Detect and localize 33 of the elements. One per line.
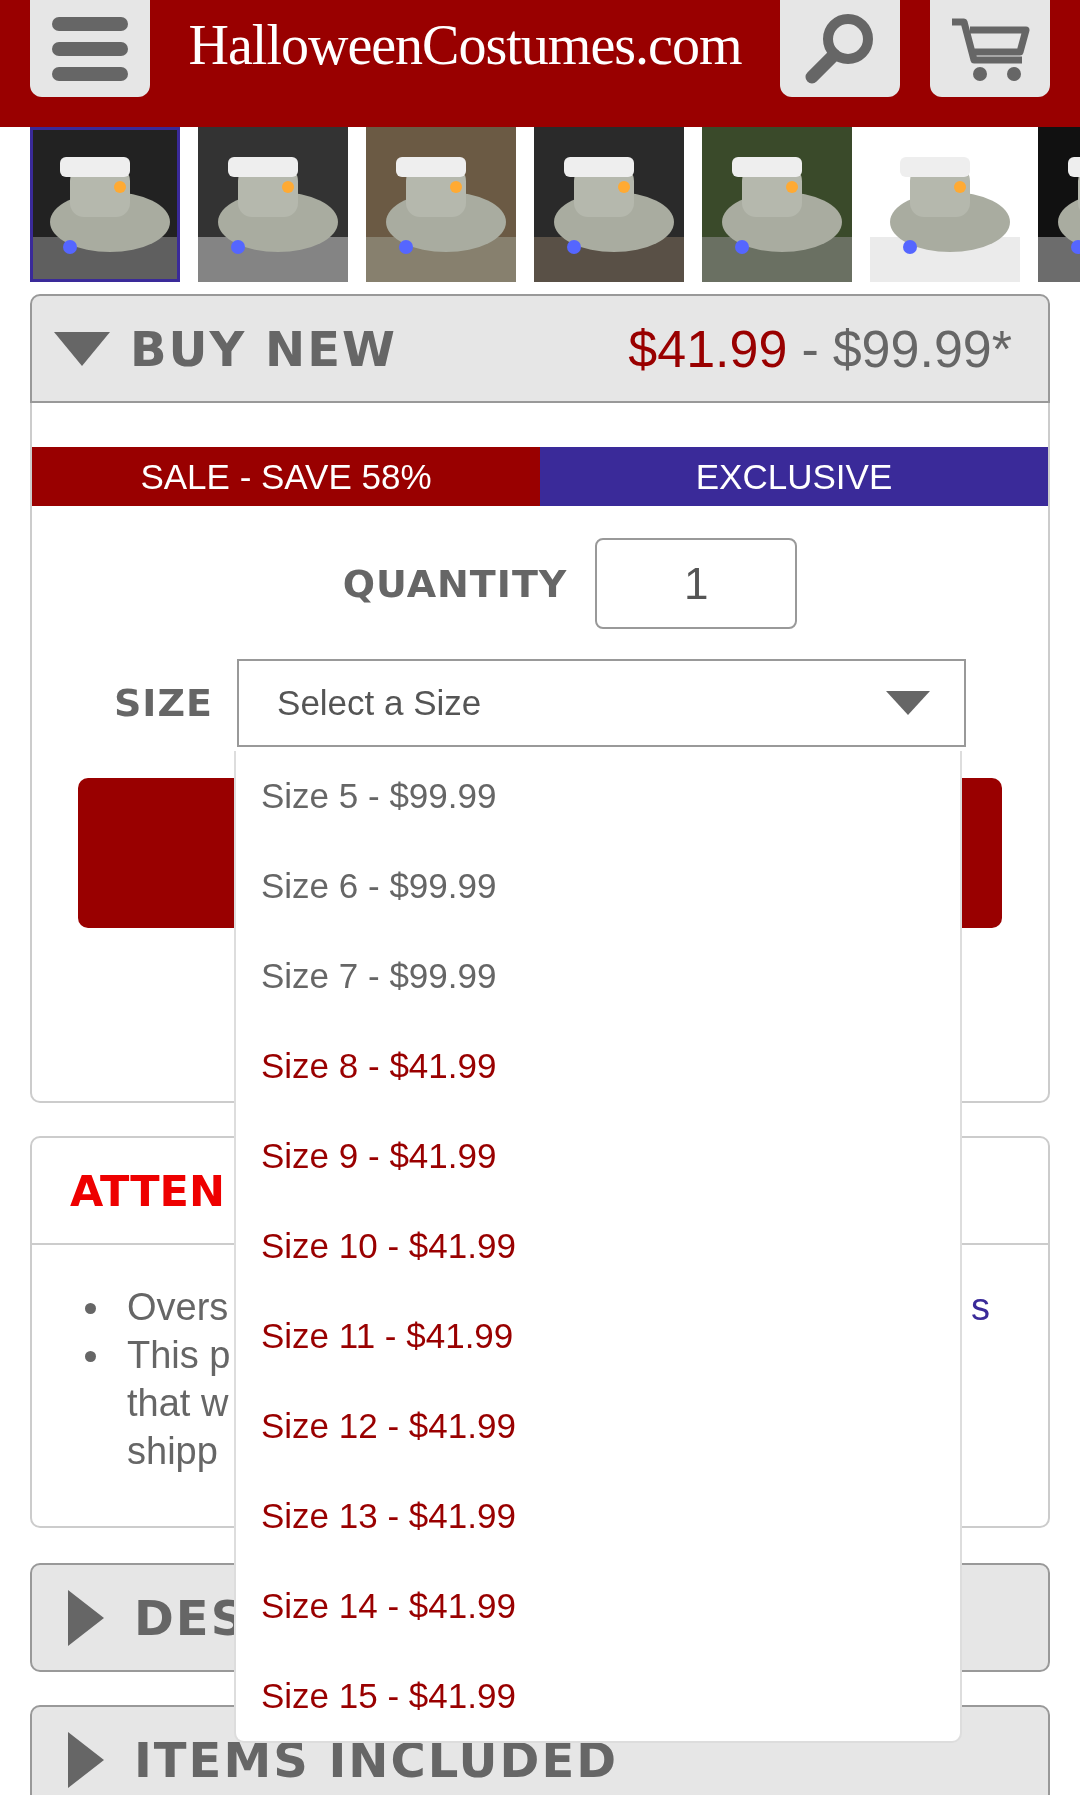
badge: SALE - SAVE 58% [32,447,540,506]
quantity-field[interactable]: 1 [595,538,798,629]
bullet-icon [85,1351,96,1362]
bullet-text: Overs [127,1285,229,1330]
sale-price: $41.99 [628,318,788,379]
size-option[interactable]: Size 13 - $41.99 [236,1471,960,1561]
price-separator: - [801,318,819,379]
size-option[interactable]: Size 7 - $99.99 [236,931,960,1021]
panel-title: BUY NEW [130,320,398,377]
dropdown-caret-icon [886,691,931,715]
menu-icon [52,16,128,81]
size-option[interactable]: Size 6 - $99.99 [236,841,960,931]
bullet-text: This p that w shipp [127,1333,231,1474]
size-option[interactable]: Size 12 - $41.99 [236,1381,960,1471]
regular-price: $99.99* [832,318,1012,379]
cart-button[interactable] [930,0,1050,97]
panel-header[interactable]: BUY NEW $41.99 - $99.99* [30,294,1050,403]
menu-button[interactable] [30,0,150,97]
size-option[interactable]: Size 5 - $99.99 [236,751,960,841]
size-label: SIZE [114,681,214,725]
size-option[interactable]: Size 11 - $41.99 [236,1291,960,1381]
size-option[interactable]: Size 14 - $41.99 [236,1561,960,1651]
quantity-label: QUANTITY [342,561,568,606]
search-button[interactable] [780,0,900,97]
size-select[interactable]: Select a Size [237,659,967,747]
search-icon [804,12,876,85]
size-option[interactable]: Size 10 - $41.99 [236,1201,960,1291]
size-option[interactable]: Size 8 - $41.99 [236,1021,960,1111]
size-option[interactable]: Size 9 - $41.99 [236,1111,960,1201]
text-link[interactable]: s [971,1283,990,1331]
attention-title: ATTEN [70,1165,225,1216]
badge: EXCLUSIVE [540,447,1048,506]
bullet-icon [85,1303,96,1314]
